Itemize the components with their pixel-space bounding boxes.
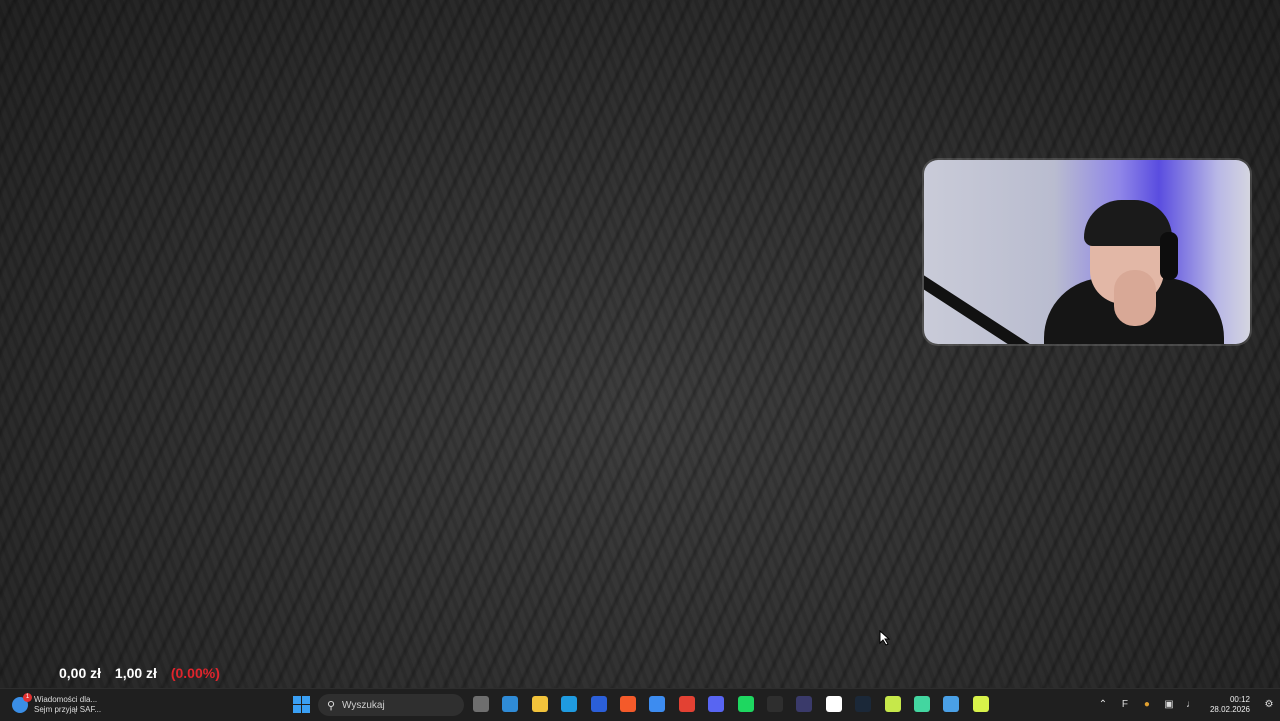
news-title: Wiadomości dla... [34, 695, 98, 704]
ticker-change: (0.00%) [170, 665, 220, 681]
steam-icon[interactable] [855, 696, 872, 712]
microphone-arm [924, 270, 1044, 344]
spotify-icon[interactable] [737, 696, 754, 712]
search-placeholder: Wyszukaj [342, 699, 385, 711]
discord-icon[interactable] [708, 696, 725, 712]
clock-time: 00:12 [1229, 695, 1250, 704]
microsoft-store-icon[interactable] [590, 696, 607, 712]
desktop-wallpaper [0, 0, 1280, 688]
font-app-icon[interactable]: F [1118, 698, 1132, 712]
app-paint-icon[interactable] [943, 696, 960, 712]
headphone [1160, 232, 1178, 280]
news-widget[interactable]: 1 Wiadomości dla... Sejm przyjął SAF... [12, 693, 101, 717]
brave-icon[interactable] [620, 696, 636, 712]
edge-icon[interactable] [561, 696, 578, 712]
messenger-icon[interactable] [649, 696, 666, 712]
volume-icon[interactable]: ♩ [1184, 698, 1198, 712]
system-tray: ⌃ F ● ▣ ♩ 00:12 28.02.2026 ⚙ [1092, 689, 1280, 721]
search-box[interactable]: ⚲ Wyszukaj [318, 694, 464, 716]
app-green-icon[interactable] [914, 696, 930, 712]
microphone-icon[interactable]: ● [1140, 698, 1154, 712]
live-app-icon[interactable] [884, 696, 901, 712]
widgets-icon[interactable] [502, 696, 519, 712]
live-app-2-icon[interactable] [972, 696, 989, 712]
news-icon: 1 [12, 693, 32, 713]
windows-start-button[interactable] [293, 696, 310, 713]
task-view-icon[interactable] [473, 696, 489, 712]
clock-date: 28.02.2026 [1209, 705, 1250, 714]
price-ticker: 0,00 zł 1,00 zł (0.00%) [59, 665, 230, 683]
news-badge: 1 [23, 693, 32, 702]
file-explorer-icon[interactable] [531, 696, 548, 712]
chrome-icon[interactable] [678, 696, 695, 712]
app-unknown-icon[interactable] [796, 696, 813, 712]
ticker-value-1: 0,00 zł [59, 665, 102, 681]
news-subtitle: Sejm przyjął SAF... [34, 705, 102, 714]
search-icon: ⚲ [326, 699, 336, 712]
app-unknown-2-icon[interactable] [825, 696, 842, 712]
webcam-overlay [924, 160, 1250, 344]
taskbar: 1 Wiadomości dla... Sejm przyjął SAF... … [0, 688, 1280, 721]
terminal-icon[interactable] [767, 696, 783, 712]
notification-icon[interactable]: ⚙ [1262, 698, 1276, 712]
ticker-value-2: 1,00 zł [114, 665, 157, 681]
chevron-up-icon[interactable]: ⌃ [1096, 698, 1110, 712]
mouse-cursor-icon [879, 630, 891, 646]
bandana [1084, 200, 1172, 246]
network-icon[interactable]: ▣ [1162, 698, 1176, 712]
clock[interactable]: 00:12 28.02.2026 [1210, 695, 1250, 715]
hand [1114, 270, 1156, 326]
